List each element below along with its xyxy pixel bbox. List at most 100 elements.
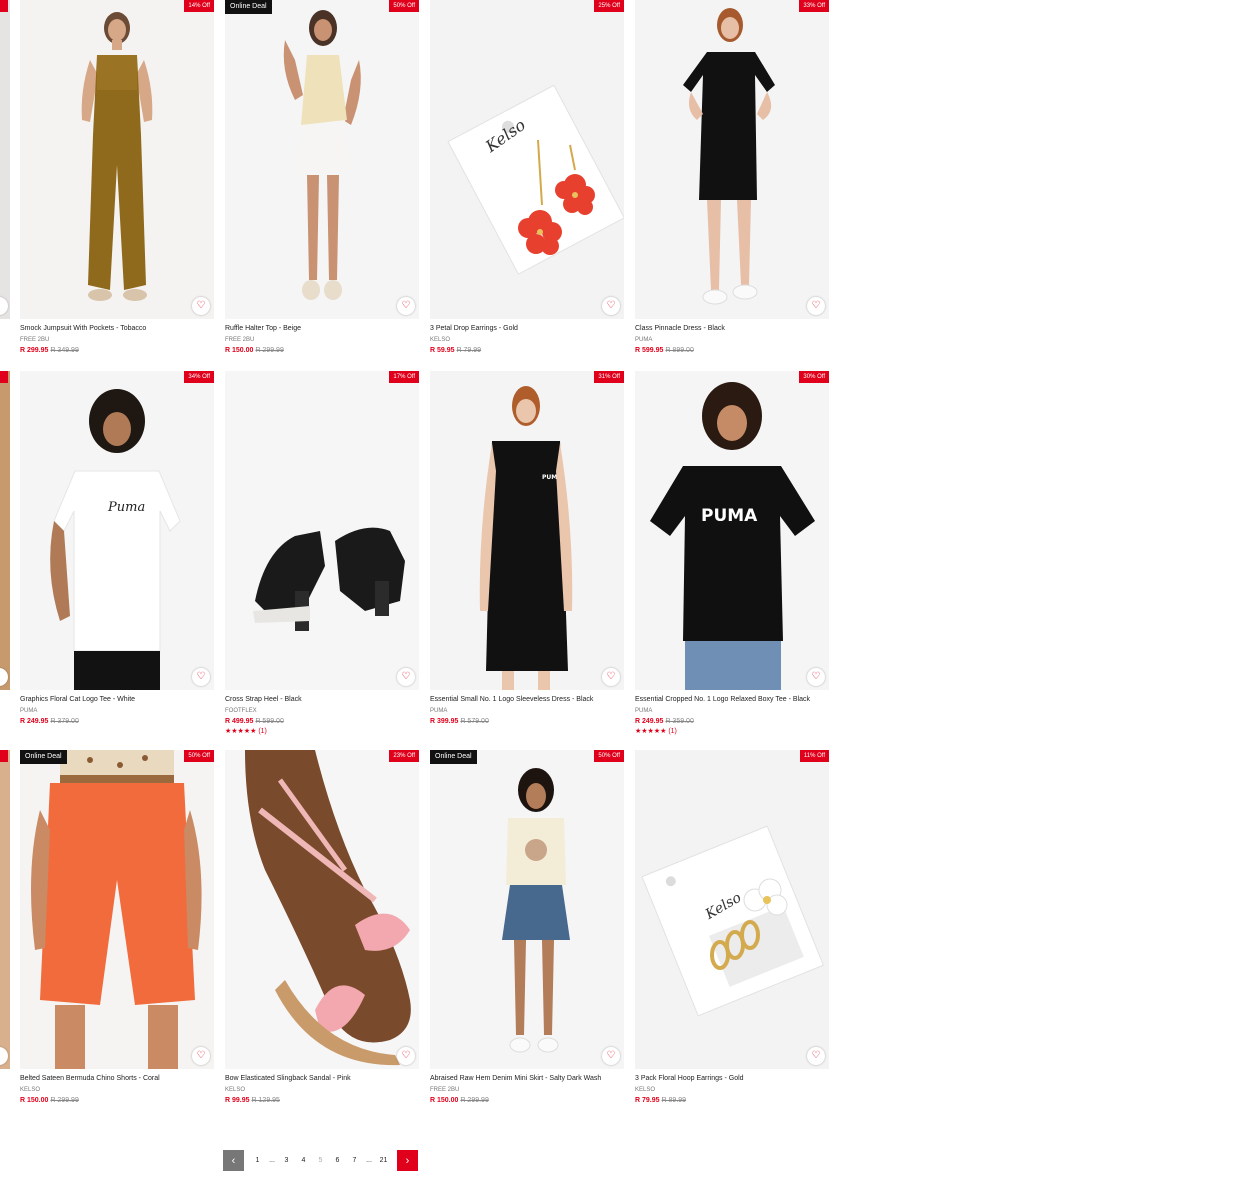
product-title[interactable]: Abraised Raw Hem Denim Mini Skirt - Salt… (430, 1074, 624, 1084)
heart-icon[interactable]: ♡ (807, 297, 825, 315)
page-link[interactable]: 6 (329, 1157, 346, 1164)
product-card[interactable]: PUMA 31% Off ♡ Essential Small No. 1 Log… (430, 371, 624, 736)
page-link[interactable]: 1 (249, 1157, 266, 1164)
page-link[interactable]: 4 (295, 1157, 312, 1164)
product-title[interactable]: Graphics Floral Cat Logo Tee - White (20, 695, 214, 705)
page-link-current[interactable]: 5 (312, 1157, 329, 1164)
product-image[interactable]: Kelso 25% Off ♡ (430, 0, 624, 319)
product-title[interactable]: Cross Strap Heel - Black (225, 695, 419, 705)
page-link[interactable]: 21 (375, 1157, 392, 1164)
product-price: R 399.95 (430, 718, 459, 725)
product-image[interactable]: 17% Off ♡ (225, 371, 419, 690)
product-title[interactable]: Ruffle Halter Top - Beige (225, 324, 419, 334)
product-brand: PUMA (635, 337, 653, 343)
product-was-price: R 299.99 (50, 1097, 79, 1104)
discount-badge: 50% Off (184, 750, 214, 762)
product-title[interactable]: Bow Elasticated Slingback Sandal - Pink (225, 1074, 419, 1084)
product-brand: KELSO (20, 1087, 41, 1093)
discount-badge: 50% Off (594, 750, 624, 762)
product-image[interactable]: 14% Off ♡ (20, 0, 214, 319)
product-image[interactable]: PUMA 31% Off ♡ (430, 371, 624, 690)
product-title[interactable]: Essential Small No. 1 Logo Sleeveless Dr… (430, 695, 624, 705)
product-title[interactable]: Class Pinnacle Dress - Black (635, 324, 829, 334)
heart-icon[interactable]: ♡ (602, 297, 620, 315)
product-title[interactable]: 3 Petal Drop Earrings - Gold (430, 324, 624, 334)
product-card[interactable]: Online Deal 50% Off ♡ Abraised Raw Hem D… (430, 750, 624, 1106)
product-was-price: R 349.99 (50, 347, 79, 354)
product-was-price: R 899.00 (665, 347, 694, 354)
product-image[interactable]: Online Deal 50% Off ♡ (20, 750, 214, 1069)
heart-icon[interactable]: ♡ (602, 668, 620, 686)
product-price: R 150.00 (430, 1097, 459, 1104)
product-brand: PUMA (20, 708, 38, 714)
product-was-price: R 379.00 (50, 718, 79, 725)
page-link[interactable]: 7 (346, 1157, 363, 1164)
svg-text:PUMA: PUMA (701, 506, 758, 526)
product-brand: PUMA (635, 708, 653, 714)
product-price: R 299.95 (20, 347, 49, 354)
product-title[interactable]: Belted Sateen Bermuda Chino Shorts - Cor… (20, 1074, 214, 1084)
product-row: 14% Off ♡ Smock Jumpsuit With Pockets - … (20, 0, 829, 356)
product-image[interactable]: Kelso 11% Off ♡ (635, 750, 829, 1069)
product-card[interactable]: Kelso 11% Off ♡ 3 Pack Floral Hoop Earri… (635, 750, 829, 1106)
product-image[interactable]: 33% Off ♡ (635, 0, 829, 319)
product-price: R 79.95 (635, 1097, 660, 1104)
star-rating: ★★★★★ (1) (635, 728, 677, 735)
product-card[interactable]: 23% Off ♡ Bow Elasticated Slingback Sand… (225, 750, 419, 1106)
online-deal-badge: Online Deal (430, 750, 477, 764)
page-ellipsis: ... (269, 1157, 275, 1164)
product-was-price: R 79.99 (456, 347, 482, 354)
discount-badge: 25% Off (594, 0, 624, 12)
product-image[interactable]: 23% Off ♡ (225, 750, 419, 1069)
product-image[interactable]: Puma 34% Off ♡ (20, 371, 214, 690)
product-image[interactable]: Online Deal 50% Off ♡ (430, 750, 624, 1069)
discount-badge: 30% Off (799, 371, 829, 383)
product-brand: FREE 2BU (20, 337, 50, 343)
product-image[interactable]: PUMA 30% Off ♡ (635, 371, 829, 690)
heart-icon[interactable]: ♡ (192, 297, 210, 315)
discount-badge: 34% Off (184, 371, 214, 383)
discount-badge: 17% Off (389, 371, 419, 383)
heart-icon[interactable]: ♡ (397, 1047, 415, 1065)
page-ellipsis: ... (366, 1157, 372, 1164)
heart-icon[interactable]: ♡ (397, 297, 415, 315)
product-brand: KELSO (430, 337, 451, 343)
product-card[interactable]: PUMA 30% Off ♡ Essential Cropped No. 1 L… (635, 371, 829, 736)
star-rating: ★★★★★ (1) (225, 728, 267, 735)
product-card[interactable]: Puma 34% Off ♡ Graphics Floral Cat Logo … (20, 371, 214, 736)
product-price: R 59.95 (430, 347, 455, 354)
product-price: R 99.95 (225, 1097, 250, 1104)
product-card[interactable]: 17% Off ♡ Cross Strap Heel - Black FOOTF… (225, 371, 419, 736)
cropped-column-row-1 (0, 0, 10, 319)
product-title[interactable]: Smock Jumpsuit With Pockets - Tobacco (20, 324, 214, 334)
discount-badge: 14% Off (184, 0, 214, 12)
heart-icon[interactable]: ♡ (192, 668, 210, 686)
chevron-left-icon[interactable]: ‹ (223, 1150, 244, 1171)
cropped-column-row-3 (0, 750, 10, 1069)
product-title[interactable]: Essential Cropped No. 1 Logo Relaxed Box… (635, 695, 829, 705)
product-brand: FREE 2BU (225, 337, 255, 343)
product-card[interactable]: 33% Off ♡ Class Pinnacle Dress - Black P… (635, 0, 829, 356)
product-title[interactable]: 3 Pack Floral Hoop Earrings - Gold (635, 1074, 829, 1084)
page-link[interactable]: 3 (278, 1157, 295, 1164)
product-price: R 249.95 (20, 718, 49, 725)
discount-badge-cropped (0, 0, 8, 12)
heart-icon[interactable]: ♡ (192, 1047, 210, 1065)
heart-icon[interactable]: ♡ (807, 668, 825, 686)
product-card[interactable]: Online Deal 50% Off ♡ Ruffle Halter Top … (225, 0, 419, 356)
product-was-price: R 579.00 (460, 718, 489, 725)
discount-badge-cropped (0, 371, 8, 383)
product-card[interactable]: 14% Off ♡ Smock Jumpsuit With Pockets - … (20, 0, 214, 356)
heart-icon[interactable]: ♡ (397, 668, 415, 686)
product-was-price: R 129.95 (251, 1097, 280, 1104)
product-card[interactable]: Kelso 25% Off ♡ 3 Petal Drop Earrings - … (430, 0, 624, 356)
product-price: R 249.95 (635, 718, 664, 725)
product-brand: KELSO (635, 1087, 656, 1093)
product-card[interactable]: Online Deal 50% Off ♡ Belted Sateen Berm… (20, 750, 214, 1106)
svg-text:Puma: Puma (107, 500, 145, 515)
heart-icon[interactable]: ♡ (602, 1047, 620, 1065)
online-deal-badge: Online Deal (225, 0, 272, 14)
product-image[interactable]: Online Deal 50% Off ♡ (225, 0, 419, 319)
chevron-right-icon[interactable]: › (397, 1150, 418, 1171)
heart-icon[interactable]: ♡ (807, 1047, 825, 1065)
